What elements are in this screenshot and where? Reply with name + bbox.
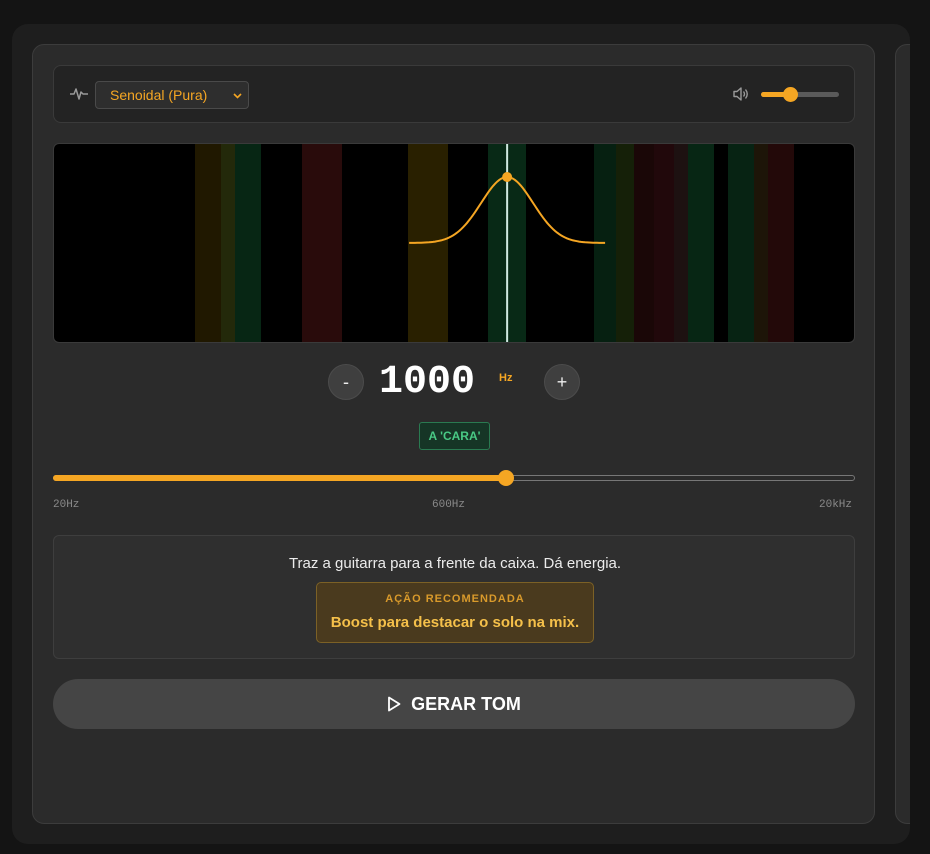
speaker-icon[interactable] [732, 86, 750, 102]
spectrum-visualizer [53, 143, 855, 343]
band-badge: A 'CARA' [419, 422, 490, 450]
scale-mid-label: 600Hz [432, 499, 466, 511]
frequency-value: 1000 [378, 360, 475, 405]
controls-toolbar: Senoidal (Pura) [53, 65, 855, 123]
app-container: Senoidal (Pura) - 1000 Hz + A 'CARA' 20H… [12, 24, 910, 844]
decrease-frequency-button[interactable]: - [328, 364, 364, 400]
volume-slider-handle[interactable] [782, 87, 798, 102]
increase-frequency-button[interactable]: + [544, 364, 580, 400]
waveform-select[interactable]: Senoidal (Pura) [95, 81, 249, 109]
recommended-action-title: AÇÃO RECOMENDADA [385, 593, 525, 605]
waveform-icon [70, 88, 88, 100]
peak-marker [502, 172, 513, 182]
play-icon [388, 696, 401, 712]
scale-max-label: 20kHz [819, 499, 853, 511]
frequency-unit: Hz [499, 372, 513, 384]
tone-generator-panel: Senoidal (Pura) - 1000 Hz + A 'CARA' 20H… [32, 44, 875, 824]
scale-min-label: 20Hz [53, 499, 80, 511]
volume-slider[interactable] [761, 87, 839, 102]
recommended-action-text: Boost para destacar o solo na mix. [330, 614, 580, 631]
frequency-control: - 1000 Hz + [33, 363, 876, 403]
chevron-down-icon [233, 93, 242, 99]
band-description: Traz a guitarra para a frente da caixa. … [288, 555, 622, 572]
frequency-slider-handle[interactable] [498, 470, 515, 486]
generate-tone-button[interactable]: GERAR TOM [53, 679, 855, 729]
recommended-action-box: AÇÃO RECOMENDADA Boost para destacar o s… [316, 582, 594, 643]
generate-tone-label: GERAR TOM [411, 694, 521, 714]
secondary-panel [895, 44, 910, 824]
frequency-slider[interactable] [53, 470, 855, 486]
spectrum-bands [195, 144, 794, 342]
band-info-box: Traz a guitarra para a frente da caixa. … [53, 535, 855, 659]
frequency-slider-fill [53, 475, 507, 481]
waveform-select-value: Senoidal (Pura) [110, 87, 208, 103]
spectrum-canvas [195, 144, 794, 342]
